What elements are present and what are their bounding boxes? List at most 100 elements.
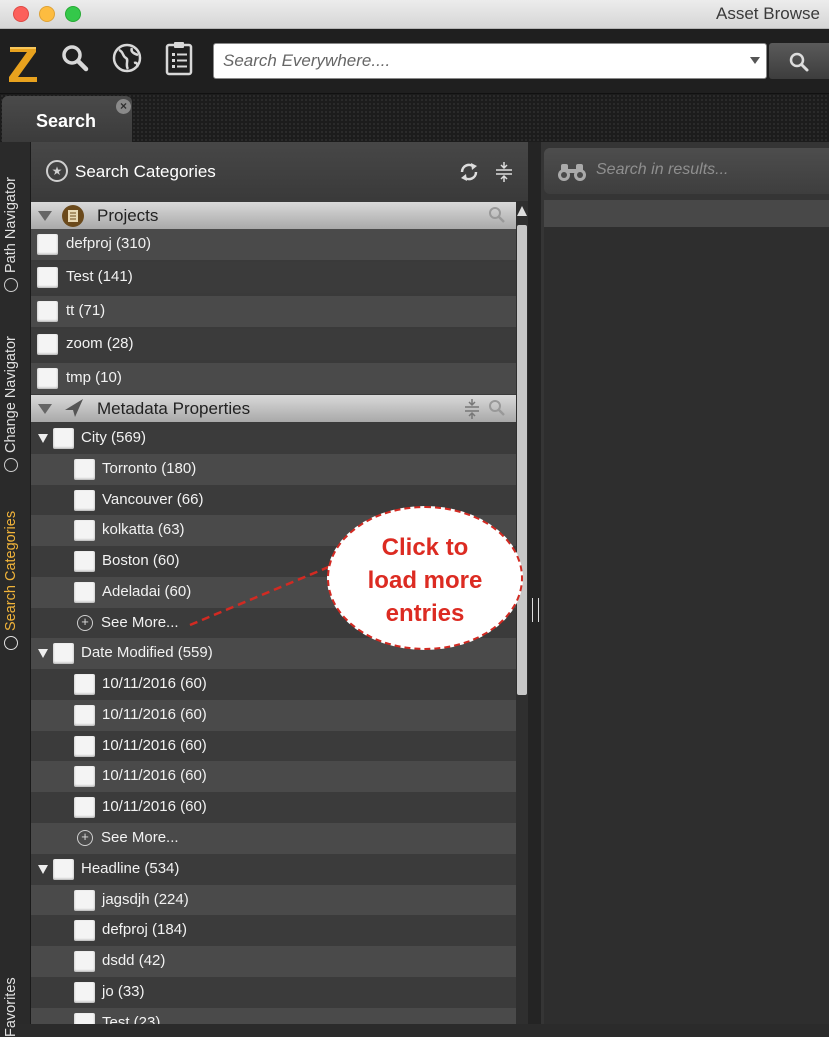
side-tab-path-navigator[interactable]: Path Navigator [3,177,19,292]
plus-circle-icon: + [77,615,93,631]
search-icon[interactable] [488,206,506,224]
checkbox[interactable] [37,368,58,389]
global-search-input[interactable] [221,44,735,78]
refresh-icon[interactable] [458,161,480,183]
list-item[interactable]: jagsdjh (224) [31,885,516,916]
chevron-down-icon[interactable] [750,57,760,64]
scroll-up-arrow-icon[interactable] [517,206,527,216]
checkbox[interactable] [37,267,58,288]
checkbox[interactable] [74,736,95,757]
section-title-metadata: Metadata Properties [97,399,251,418]
star-icon [4,636,18,650]
path-navigator-icon [4,278,18,292]
checkbox[interactable] [74,982,95,1003]
projects-icon [62,205,84,227]
checkbox[interactable] [74,920,95,941]
list-item[interactable]: Test (141) [31,262,516,293]
checkbox[interactable] [37,234,58,255]
star-icon: ★ [46,160,68,182]
list-item[interactable]: 10/11/2016 (60) [31,792,516,823]
checkbox[interactable] [74,890,95,911]
side-tab-bar: Path Navigator Change Navigator Search C… [0,142,31,1037]
side-tab-search-categories[interactable]: Search Categories [3,511,19,650]
expand-triangle-icon[interactable] [38,865,48,874]
list-item[interactable]: 10/11/2016 (60) [31,761,516,792]
callout-line-3: entries [385,600,465,627]
clipboard-list-icon[interactable] [162,41,196,77]
panel-header: ★ Search Categories [31,142,528,200]
callout-bubble: Click to load more entries [327,506,523,650]
checkbox[interactable] [74,520,95,541]
metadata-arrow-icon [65,399,83,417]
checkbox[interactable] [74,674,95,695]
list-item[interactable]: Torronto (180) [31,454,516,485]
section-title-projects: Projects [97,206,159,225]
checkbox[interactable] [53,428,74,449]
checkbox[interactable] [53,859,74,880]
group-row-headline[interactable]: Headline (534) [31,854,516,885]
collapse-all-icon[interactable] [464,399,480,419]
results-header-bar [544,200,829,227]
expand-triangle-icon[interactable] [38,649,48,658]
checkbox[interactable] [74,951,95,972]
group-row-city[interactable]: City (569) [31,423,516,454]
tab-search[interactable]: Search × [2,96,132,142]
results-pane [541,142,829,1024]
section-header-metadata[interactable]: Metadata Properties [31,395,516,422]
list-item[interactable]: jo (33) [31,977,516,1008]
tab-search-label: Search [36,111,97,131]
collapse-triangle-icon[interactable] [38,404,52,414]
globe-icon[interactable] [110,41,144,77]
expand-triangle-icon[interactable] [38,434,48,443]
list-item[interactable]: defproj (184) [31,915,516,946]
results-search-box[interactable] [544,148,829,194]
checkbox[interactable] [37,301,58,322]
list-item[interactable]: 10/11/2016 (60) [31,700,516,731]
search-icon[interactable] [488,399,506,417]
close-window-button[interactable] [13,6,29,22]
app-logo-icon[interactable] [6,41,40,85]
main-toolbar [0,29,829,94]
global-search-button[interactable] [769,43,829,79]
see-more-link[interactable]: + See More... [31,823,516,854]
checkbox[interactable] [74,766,95,787]
search-icon [789,52,809,72]
checkbox[interactable] [53,643,74,664]
results-area [544,227,829,1024]
checkbox[interactable] [74,490,95,511]
list-item[interactable]: defproj (310) [31,229,516,260]
list-item[interactable]: zoom (28) [31,329,516,360]
list-item[interactable]: tt (71) [31,296,516,327]
collapse-all-icon[interactable] [495,161,513,183]
binoculars-icon [558,164,586,181]
window-title: Asset Browse [716,4,820,23]
zoom-window-button[interactable] [65,6,81,22]
close-icon[interactable]: × [116,99,131,114]
section-header-projects[interactable]: Projects [31,202,516,229]
splitter-grip-icon[interactable] [532,598,539,622]
list-item[interactable]: tmp (10) [31,363,516,394]
checkbox[interactable] [74,459,95,480]
checkbox[interactable] [74,551,95,572]
checkbox[interactable] [37,334,58,355]
results-search-input[interactable] [594,160,818,180]
checkbox[interactable] [74,1013,95,1024]
search-icon[interactable] [58,41,92,77]
side-tab-change-navigator[interactable]: Change Navigator [3,336,19,472]
side-tab-favorites[interactable]: Favorites [3,977,19,1037]
checkbox[interactable] [74,705,95,726]
list-item[interactable]: Test (23) [31,1008,516,1024]
callout-line-2: load more [367,567,483,594]
pane-splitter[interactable] [528,142,541,1024]
list-item[interactable]: dsdd (42) [31,946,516,977]
checkbox[interactable] [74,582,95,603]
compass-icon [4,458,18,472]
list-item[interactable]: 10/11/2016 (60) [31,731,516,762]
title-bar: Asset Browse [0,0,829,29]
collapse-triangle-icon[interactable] [38,211,52,221]
minimize-window-button[interactable] [39,6,55,22]
list-item[interactable]: 10/11/2016 (60) [31,669,516,700]
panel-title: Search Categories [75,162,216,181]
checkbox[interactable] [74,797,95,818]
global-search-box[interactable] [213,43,767,79]
